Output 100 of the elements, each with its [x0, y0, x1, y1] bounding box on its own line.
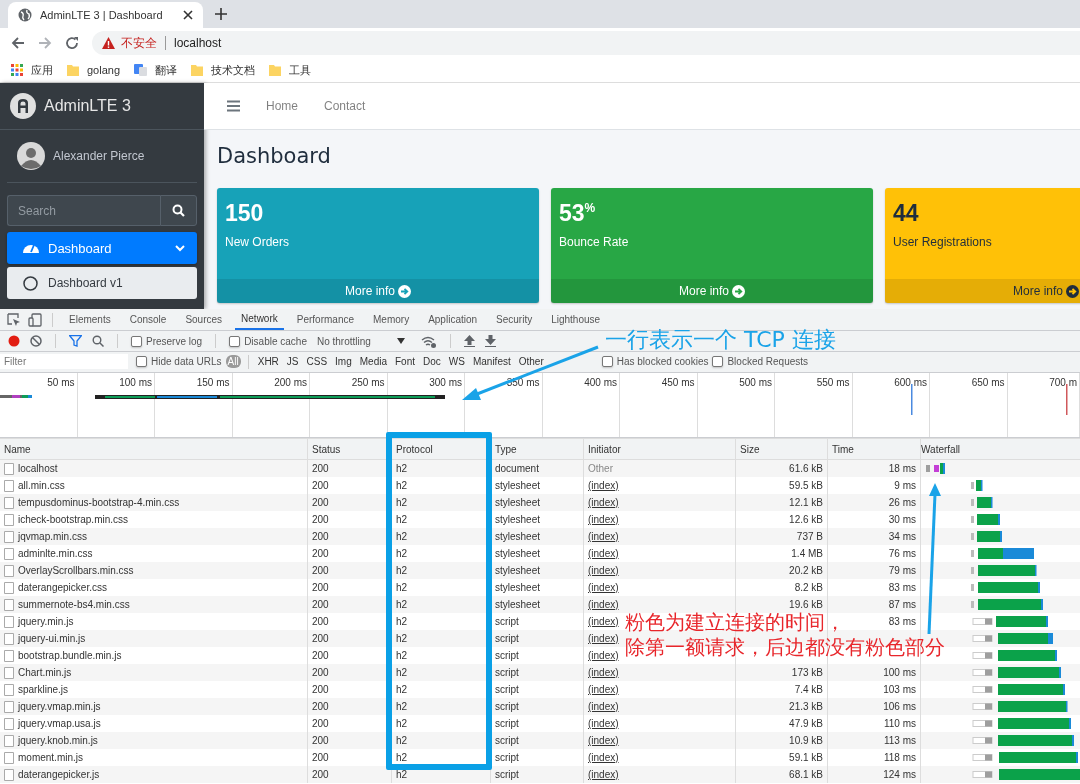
nav-item[interactable]: Dashboard — [7, 232, 197, 264]
checkbox[interactable]: Preserve log — [131, 335, 203, 347]
initiator-link[interactable]: (index) — [588, 480, 619, 491]
type-filter-button[interactable]: Media — [357, 355, 389, 369]
column-header[interactable]: Protocol — [392, 439, 491, 459]
type-filter-button[interactable]: Manifest — [470, 355, 513, 369]
file-name-cell[interactable]: OverlayScrollbars.min.css — [0, 562, 308, 579]
upload-icon[interactable] — [463, 335, 475, 348]
file-name-cell[interactable]: summernote-bs4.min.css — [0, 596, 308, 613]
checkbox[interactable]: Hide data URLs — [136, 356, 222, 368]
back-icon[interactable] — [11, 36, 25, 50]
type-filter-button[interactable]: Font — [393, 355, 417, 369]
initiator-link[interactable]: (index) — [588, 684, 619, 695]
wifi-settings-icon[interactable] — [420, 334, 437, 348]
type-filter-button[interactable]: Doc — [421, 355, 443, 369]
column-header[interactable]: Waterfall — [921, 439, 1080, 459]
more-info-link[interactable]: More info — [885, 279, 1080, 303]
initiator-link[interactable]: (index) — [588, 531, 619, 542]
nav-subitem[interactable]: Dashboard v1 — [7, 267, 197, 299]
column-header[interactable]: Size — [736, 439, 828, 459]
initiator-link[interactable]: (index) — [588, 633, 619, 644]
download-icon[interactable] — [484, 335, 496, 348]
type-filter-button[interactable]: CSS — [304, 355, 330, 369]
bookmark[interactable]: golang — [67, 64, 121, 76]
throttling-dropdown[interactable]: No throttling — [316, 335, 405, 347]
url-text: localhost — [174, 36, 222, 50]
column-header[interactable]: Type — [491, 439, 584, 459]
bookmark[interactable]: 工具 — [269, 62, 312, 78]
nav-link[interactable]: Home — [266, 99, 298, 113]
bookmark[interactable]: 翻译 — [134, 62, 178, 78]
initiator-link[interactable]: (index) — [588, 548, 619, 559]
brand-name[interactable]: AdminLTE 3 — [44, 97, 131, 115]
column-header[interactable]: Initiator — [584, 439, 736, 459]
devtools-tab[interactable]: Lighthouse — [545, 309, 607, 331]
initiator-link[interactable]: (index) — [588, 565, 619, 576]
checkbox[interactable]: Disable cache — [229, 335, 307, 347]
initiator-link[interactable]: (index) — [588, 582, 619, 593]
annotation-text: 除第一额请求，后边都没有粉色部分 — [625, 635, 945, 660]
type-filter-button[interactable]: Other — [516, 355, 546, 369]
inspect-icon[interactable] — [7, 312, 21, 327]
initiator-link[interactable]: (index) — [588, 752, 619, 763]
devtools-tab[interactable]: Memory — [367, 309, 416, 331]
devtools-tab[interactable]: Application — [422, 309, 484, 331]
checkbox[interactable]: Blocked Requests — [712, 356, 809, 368]
initiator-link[interactable]: (index) — [588, 735, 619, 746]
type-filter-button[interactable]: JS — [284, 355, 301, 369]
close-icon[interactable] — [183, 10, 193, 20]
initiator-link[interactable]: (index) — [588, 599, 619, 610]
more-info-link[interactable]: More info — [551, 279, 873, 303]
file-name-cell[interactable]: jquery.vmap.min.js — [0, 698, 308, 715]
devtools-tab[interactable]: Security — [490, 309, 539, 331]
type-filter-button[interactable]: XHR — [255, 355, 281, 369]
record-icon[interactable] — [8, 335, 20, 348]
device-icon[interactable] — [28, 312, 42, 327]
search-button[interactable] — [160, 195, 197, 226]
file-name-cell[interactable]: jquery.knob.min.js — [0, 732, 308, 749]
initiator-link[interactable]: (index) — [588, 701, 619, 712]
waterfall-bar — [971, 497, 993, 508]
file-icon — [4, 717, 14, 730]
annotation-text: 一行表示一个 TCP 连接 — [605, 326, 836, 354]
initiator-link[interactable]: (index) — [588, 769, 619, 780]
browser-tab[interactable]: AdminLTE 3 | Dashboard — [8, 2, 203, 28]
bookmark[interactable]: 技术文档 — [191, 62, 256, 78]
user-name[interactable]: Alexander Pierce — [53, 149, 145, 163]
column-header[interactable]: Time — [828, 439, 921, 459]
initiator-link[interactable]: (index) — [588, 514, 619, 525]
arrow-circle-icon — [732, 284, 745, 298]
file-name-cell[interactable]: daterangepicker.js — [0, 766, 308, 783]
initiator-link[interactable]: (index) — [588, 718, 619, 729]
initiator-link[interactable]: (index) — [588, 667, 619, 678]
reload-icon[interactable] — [65, 36, 79, 50]
devtools-tab[interactable]: Sources — [179, 309, 229, 331]
file-name-cell[interactable]: jqvmap.min.css — [0, 528, 308, 545]
devtools-tab[interactable]: Console — [123, 309, 173, 331]
table-cell: script — [491, 664, 584, 681]
clear-icon[interactable] — [30, 335, 42, 348]
initiator-link[interactable]: (index) — [588, 616, 619, 627]
file-name-cell[interactable]: jquery-ui.min.js — [0, 630, 308, 647]
menu-icon[interactable] — [227, 100, 240, 112]
nav-link[interactable]: Contact — [324, 99, 366, 113]
filter-icon[interactable] — [69, 335, 82, 348]
type-filter-button[interactable]: Img — [333, 355, 354, 369]
more-info-link[interactable]: More info — [217, 279, 539, 303]
bookmark[interactable]: 应用 — [11, 62, 53, 78]
type-filter-button[interactable]: WS — [446, 355, 467, 369]
file-name-cell[interactable]: tempusdominus-bootstrap-4.min.css — [0, 494, 308, 511]
initiator-link[interactable]: (index) — [588, 497, 619, 508]
address-field[interactable]: 不安全 localhost — [92, 31, 1080, 55]
new-tab-icon[interactable] — [215, 8, 227, 20]
file-name-cell[interactable]: Chart.min.js — [0, 664, 308, 681]
filter-field[interactable]: Filter — [0, 354, 128, 370]
initiator-link[interactable]: (index) — [588, 650, 619, 661]
column-header[interactable]: Status — [308, 439, 392, 459]
search-icon[interactable] — [92, 335, 104, 348]
column-header[interactable]: Name — [0, 439, 308, 459]
devtools-tab[interactable]: Elements — [63, 309, 117, 331]
checkbox[interactable]: Has blocked cookies — [601, 356, 709, 368]
devtools-tab[interactable]: Performance — [290, 309, 360, 331]
file-name-cell[interactable]: localhost — [0, 460, 308, 477]
search-field[interactable]: Search — [7, 195, 160, 226]
